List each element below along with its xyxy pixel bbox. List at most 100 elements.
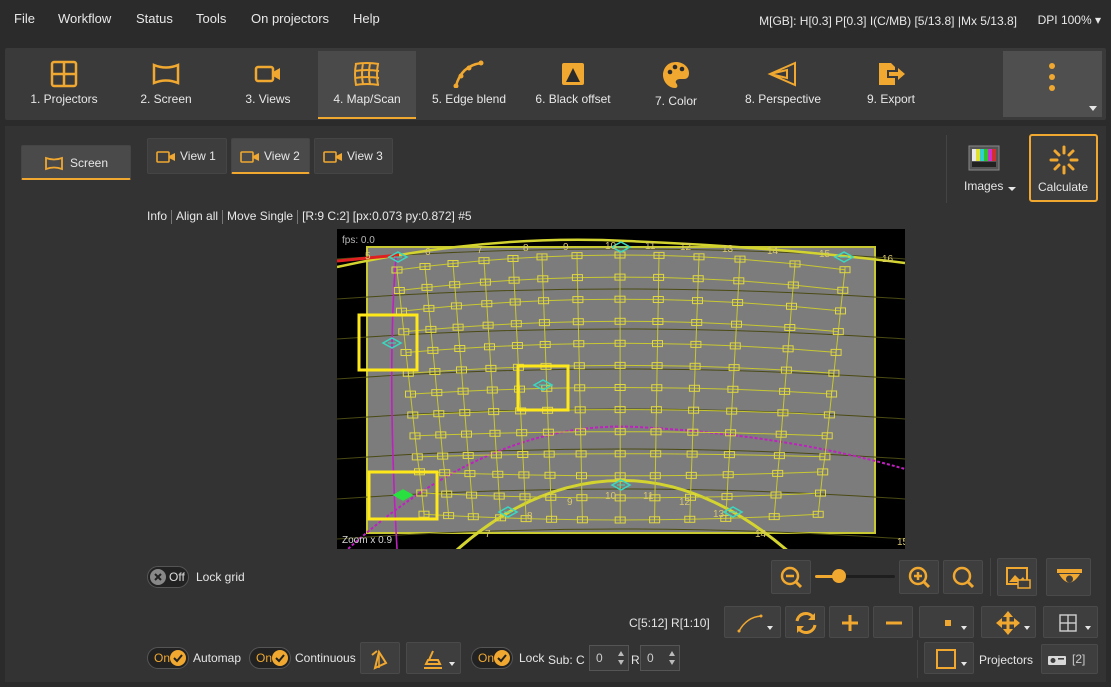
projector-outline-dropdown[interactable]: [924, 642, 974, 674]
menu-help[interactable]: Help: [353, 11, 380, 26]
lock-toggle[interactable]: On: [471, 647, 513, 669]
interpolation-dropdown[interactable]: [724, 606, 781, 638]
dpi-selector[interactable]: DPI 100% ▾: [1038, 13, 1101, 27]
more-vertical-icon: [1049, 63, 1097, 111]
lock-grid-label: Lock grid: [196, 570, 245, 584]
tool-label: 5. Edge blend: [431, 92, 507, 106]
continuous-toggle[interactable]: On: [249, 647, 291, 669]
workflow-toolbar: 1. Projectors 2. Screen 3. Views 4. Map/…: [5, 48, 1106, 120]
images-label: Images: [964, 179, 1004, 193]
toggle-state: On: [154, 651, 171, 665]
background-image-button[interactable]: [997, 558, 1037, 596]
screen-button[interactable]: Screen: [21, 145, 131, 180]
test-pattern-icon: [968, 145, 1000, 171]
menu-workflow[interactable]: Workflow: [58, 11, 111, 26]
sub-c-spinner[interactable]: 0: [589, 645, 629, 671]
check-icon: [170, 650, 186, 666]
tab-view-1[interactable]: View 1: [147, 138, 227, 174]
security-camera-icon: [1057, 569, 1082, 583]
images-button[interactable]: Images: [955, 135, 1020, 201]
sub-r-value: 0: [647, 651, 654, 665]
tab-label: View 2: [264, 149, 300, 163]
column-number-label: 15: [819, 249, 831, 260]
sub-r-spinner[interactable]: 0: [640, 645, 680, 671]
sub-r-label: R: [631, 653, 640, 667]
camera-icon: [323, 151, 342, 163]
lock-grid-toggle[interactable]: Off: [147, 566, 189, 588]
tool-label: 7. Color: [654, 94, 698, 108]
tool-label: 2. Screen: [140, 92, 192, 106]
continuous-label: Continuous: [295, 651, 356, 665]
grid-select-icon: [1059, 614, 1091, 632]
calculate-button[interactable]: Calculate: [1029, 134, 1098, 202]
zoom-slider-handle[interactable]: [832, 569, 846, 583]
camera-capture-button[interactable]: [1046, 558, 1091, 596]
toggle-state: On: [256, 651, 273, 665]
column-number-label: 7: [477, 245, 483, 256]
grid-range-readout: C[5:12] R[1:10]: [629, 616, 710, 630]
tab-label: View 1: [180, 149, 216, 163]
projectors-count-button[interactable]: [2]: [1041, 644, 1098, 674]
dot-icon: [945, 620, 967, 630]
tool-edge-blend[interactable]: 5. Edge blend: [418, 51, 520, 117]
move-single-button[interactable]: Move Single: [227, 209, 293, 223]
warp-viewport[interactable]: 5 6 7 8 9 10 11 12 13 14 15 16 7 8 9 10 11 12 13 14 15 fps: …: [337, 229, 905, 549]
tool-black-offset[interactable]: 6. Black offset: [521, 51, 625, 117]
align-options-dropdown[interactable]: [406, 642, 461, 674]
tool-screen[interactable]: 2. Screen: [115, 51, 217, 117]
sub-c-value: 0: [596, 651, 603, 665]
menu-on-projectors[interactable]: On projectors: [251, 11, 329, 26]
tool-color[interactable]: 7. Color: [626, 51, 726, 117]
plus-icon: [842, 615, 858, 631]
camera-icon: [254, 65, 280, 83]
tab-view-2[interactable]: View 2: [231, 138, 310, 174]
refresh-icon: [795, 612, 817, 634]
tool-perspective[interactable]: 8. Perspective: [727, 51, 839, 117]
screen-button-label: Screen: [70, 156, 109, 170]
align-all-button[interactable]: Align all: [176, 209, 218, 223]
divider: [990, 558, 991, 596]
warp-grid-canvas[interactable]: 5 6 7 8 9 10 11 12 13 14 15 16 7 8 9 10 11 12 13 14 15 fps: …: [337, 229, 905, 549]
column-number-label: 14: [755, 529, 767, 540]
auto-align-button[interactable]: [360, 642, 400, 674]
tab-label: View 3: [347, 149, 383, 163]
selection-readout: [R:9 C:2] [px:0.073 py:0.872] #5: [302, 209, 472, 223]
image-icon: [1006, 567, 1031, 589]
separator: [222, 209, 224, 224]
zoom-in-icon: [908, 566, 931, 589]
grid-layout-dropdown[interactable]: [1043, 606, 1098, 638]
zoom-slider[interactable]: [815, 569, 895, 583]
pen-tool-icon: [371, 649, 388, 670]
tool-projectors[interactable]: 1. Projectors: [13, 51, 115, 117]
menu-tools[interactable]: Tools: [196, 11, 226, 26]
refresh-button[interactable]: [785, 606, 825, 638]
zoom-out-button[interactable]: [771, 560, 811, 594]
check-icon: [272, 650, 288, 666]
menu-file[interactable]: File: [14, 11, 35, 26]
column-number-label: 15: [897, 537, 905, 548]
memory-status: M[GB]: H[0.3] P[0.3] I(C/MB) [5/13.8] |M…: [759, 14, 1017, 28]
remove-point-button[interactable]: [873, 606, 913, 638]
column-number-label: 10: [605, 491, 617, 502]
move-mode-dropdown[interactable]: [981, 606, 1036, 638]
zoom-in-button[interactable]: [899, 560, 939, 594]
chevron-down-icon: [1008, 187, 1016, 191]
column-number-label: 5: [365, 251, 371, 262]
menu-status[interactable]: Status: [136, 11, 173, 26]
tool-export[interactable]: 9. Export: [841, 51, 941, 117]
info-button[interactable]: Info: [147, 209, 167, 223]
tool-map-scan[interactable]: 4. Map/Scan: [318, 51, 416, 119]
column-number-label: 10: [605, 241, 617, 252]
square-icon: [936, 649, 967, 669]
curve-icon: [453, 60, 484, 88]
tool-views[interactable]: 3. Views: [217, 51, 319, 117]
tab-view-3[interactable]: View 3: [314, 138, 393, 174]
column-number-label: 14: [767, 246, 779, 257]
add-point-button[interactable]: [829, 606, 869, 638]
more-options-button[interactable]: [1003, 51, 1102, 117]
point-size-dropdown[interactable]: [919, 606, 974, 638]
automap-toggle[interactable]: On: [147, 647, 189, 669]
divider: [946, 135, 947, 203]
zoom-fit-button[interactable]: [943, 560, 983, 594]
column-number-label: 9: [563, 242, 569, 253]
